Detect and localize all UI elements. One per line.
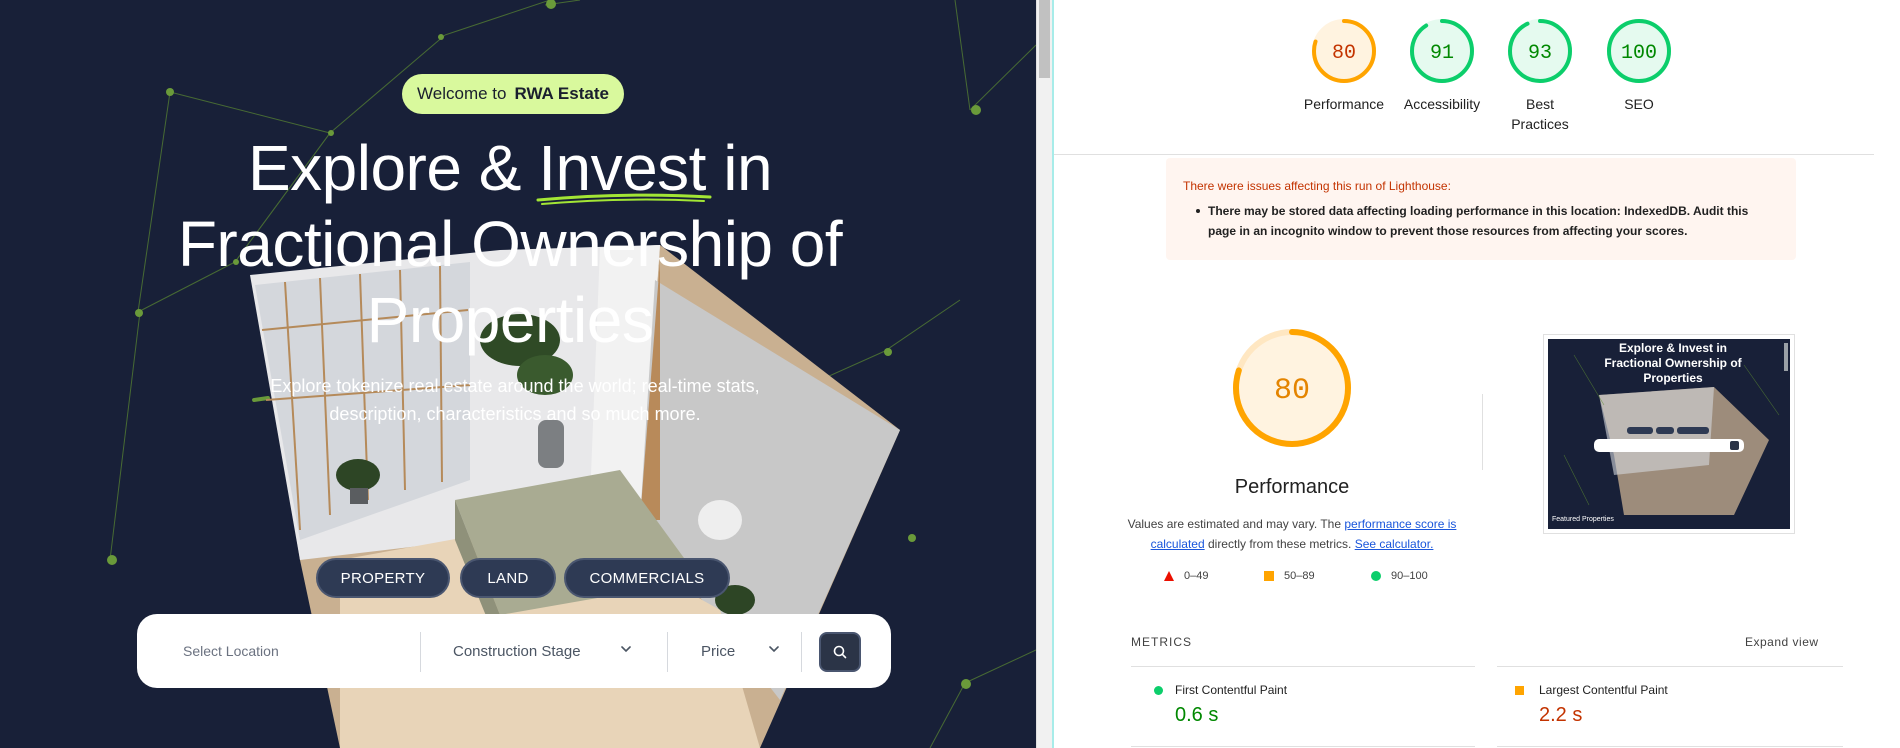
performance-gauge[interactable]: 80 <box>1230 326 1354 450</box>
score-value: 100 <box>1621 42 1657 65</box>
chevron-down-icon <box>621 646 631 653</box>
metric-divider <box>1497 746 1843 747</box>
lighthouse-report: 80 Performance 91 Accessibility 93 Best Pract… <box>1054 0 1900 748</box>
score-value: 93 <box>1528 42 1552 65</box>
legend-fail: 0–49 <box>1164 570 1208 582</box>
warning-item: There may be stored data affecting loadi… <box>1196 201 1778 241</box>
chevron-down-icon <box>769 646 779 653</box>
hero-subtitle: Explore tokenize real estate around the … <box>270 376 760 424</box>
metrics-heading: METRICS <box>1131 635 1192 649</box>
search-icon <box>833 645 847 659</box>
legend-average-range: 50–89 <box>1284 570 1315 582</box>
score-label: Best Practices <box>1511 96 1569 132</box>
category-property-button[interactable]: PROPERTY <box>316 558 450 598</box>
search-divider <box>667 632 668 672</box>
metric-value: 0.6 s <box>1175 704 1219 726</box>
triangle-icon <box>1164 571 1174 581</box>
category-commercials-button[interactable]: COMMERCIALS <box>564 558 730 598</box>
score-gauge-best-practices[interactable]: 93 <box>1507 18 1573 84</box>
thumbnail-footer: Featured Properties <box>1552 516 1614 523</box>
score-value: 80 <box>1332 42 1356 65</box>
score-label: Performance <box>1303 96 1385 112</box>
metric-name: First Contentful Paint <box>1175 683 1288 697</box>
hero-title-line-2: Fractional Ownership of <box>177 208 843 280</box>
header-divider <box>1054 154 1874 155</box>
expand-view-toggle[interactable]: Expand view <box>1745 635 1819 649</box>
hero-title-line-1: Explore & Invest in <box>110 130 910 206</box>
circle-icon <box>1371 571 1381 581</box>
scrollbar-thumb[interactable] <box>1039 0 1050 78</box>
note-middle: directly from these metrics. <box>1204 537 1355 551</box>
average-square-icon <box>1515 686 1524 695</box>
welcome-badge: Welcome to RWA Estate <box>402 74 624 114</box>
location-select[interactable]: Select Location <box>183 614 413 688</box>
search-divider <box>801 632 802 672</box>
see-calculator-link[interactable]: See calculator. <box>1355 537 1434 551</box>
search-divider <box>420 632 421 672</box>
hero-section: Welcome to RWA Estate Explore & Invest i… <box>0 0 1036 748</box>
legend-average: 50–89 <box>1264 570 1315 582</box>
title-part-in: in <box>705 132 773 204</box>
final-screenshot-thumbnail[interactable]: Explore & Invest in Fractional Ownership… <box>1543 334 1795 534</box>
score-label: SEO <box>1624 96 1654 112</box>
score-gauge-performance[interactable]: 80 <box>1311 18 1377 84</box>
performance-score-value: 80 <box>1274 374 1310 408</box>
metric-value: 2.2 s <box>1539 704 1583 726</box>
legend-pass: 90–100 <box>1371 570 1428 582</box>
search-submit-button[interactable] <box>819 632 861 672</box>
section-divider <box>1482 394 1483 470</box>
runtime-warning-box: There were issues affecting this run of … <box>1166 158 1796 260</box>
performance-title: Performance <box>1234 476 1350 498</box>
title-part-explore: Explore & <box>247 132 539 204</box>
property-search-bar: Select Location Construction Stage Price <box>137 614 891 688</box>
legend-fail-range: 0–49 <box>1184 570 1209 582</box>
metric-divider <box>1131 746 1475 747</box>
pass-circle-icon <box>1154 686 1163 695</box>
accent-underline-icon <box>536 193 712 205</box>
category-land-button[interactable]: LAND <box>460 558 556 598</box>
performance-note: Values are estimated and may vary. The p… <box>1127 514 1457 554</box>
metric-name: Largest Contentful Paint <box>1539 683 1668 697</box>
hero-title-line-3: Properties <box>366 284 654 356</box>
warning-title: There were issues affecting this run of … <box>1183 179 1451 193</box>
square-icon <box>1264 571 1274 581</box>
hero-title: Explore & Invest in Fractional Ownership… <box>110 130 910 358</box>
note-prefix: Values are estimated and may vary. The <box>1127 517 1345 531</box>
page-scrollbar[interactable] <box>1036 0 1052 748</box>
title-accent-invest: Invest <box>536 130 712 206</box>
score-gauge-accessibility[interactable]: 91 <box>1409 18 1475 84</box>
score-label: Accessibility <box>1403 96 1481 112</box>
welcome-brand: RWA Estate <box>514 84 609 103</box>
welcome-prefix: Welcome to <box>417 84 507 103</box>
score-value: 91 <box>1430 42 1454 65</box>
metric-divider <box>1131 666 1475 667</box>
thumbnail-title: Explore & Invest in Fractional Ownership… <box>1604 341 1742 385</box>
metric-divider <box>1497 666 1843 667</box>
legend-pass-range: 90–100 <box>1391 570 1428 582</box>
score-gauge-seo[interactable]: 100 <box>1606 18 1672 84</box>
